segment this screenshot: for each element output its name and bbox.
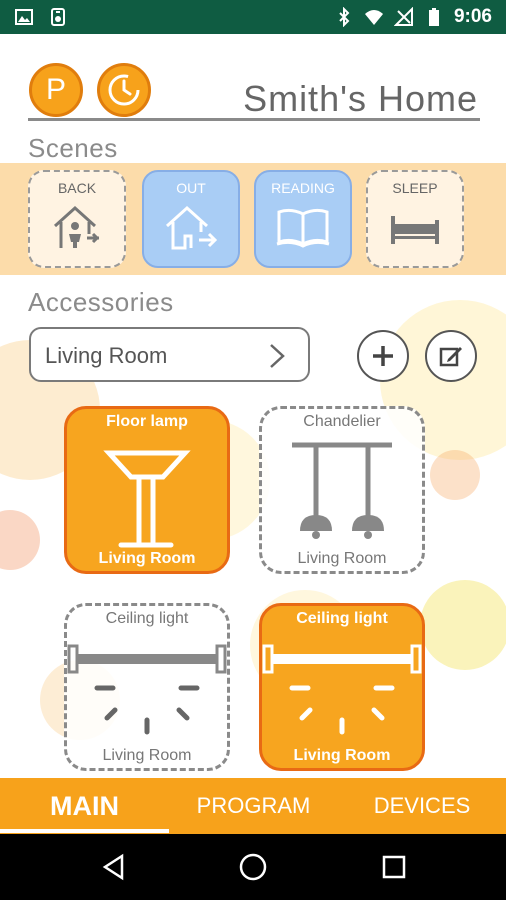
accessory-name: Chandelier: [303, 413, 381, 430]
home-button[interactable]: [236, 850, 270, 884]
add-accessory-button[interactable]: [357, 330, 409, 382]
accessory-name: Ceiling light: [105, 610, 189, 627]
scene-sleep-button[interactable]: SLEEP: [366, 170, 464, 268]
edit-icon: [439, 347, 462, 367]
home-icon: [239, 853, 267, 881]
accessory-name: Floor lamp: [106, 413, 188, 430]
scene-label: BACK: [57, 180, 97, 196]
timer-icon: [108, 74, 140, 106]
scene-out-button[interactable]: OUT: [142, 170, 240, 268]
house-exit-icon: [165, 205, 218, 250]
ceiling-light-icon: [262, 644, 422, 735]
tab-main[interactable]: MAIN: [0, 778, 169, 834]
bluetooth-icon: [339, 7, 350, 27]
accessory-room: Living Room: [102, 747, 192, 764]
accessory-room: Living Room: [297, 550, 387, 567]
accessories-title: Accessories: [28, 287, 174, 317]
chandelier-icon: [292, 442, 392, 539]
scene-label: SLEEP: [392, 180, 438, 196]
timer-button[interactable]: [97, 63, 151, 117]
active-tab-indicator: [0, 829, 169, 833]
accessory-room: Living Room: [98, 550, 196, 567]
accessory-tile-ceiling-light-2[interactable]: Ceiling light Living Room: [259, 603, 425, 771]
scene-label: READING: [271, 180, 335, 196]
room-select[interactable]: Living Room: [29, 327, 310, 382]
scene-back-button[interactable]: BACK: [28, 170, 126, 268]
accessory-room: Living Room: [293, 747, 391, 764]
scene-label: OUT: [176, 180, 206, 196]
scenes-title: Scenes: [28, 133, 118, 163]
home-person-icon: [53, 205, 100, 248]
scenes-strip: BACK OUT READING SLEEP: [0, 163, 506, 275]
chevron-right-icon: [270, 344, 285, 368]
storage-icon: [51, 8, 65, 26]
title-divider: [28, 118, 480, 121]
wifi-icon: [364, 10, 383, 25]
bottom-tab-bar: MAIN PROGRAM DEVICES: [0, 778, 506, 834]
program-p-button[interactable]: P: [29, 63, 83, 117]
accessory-tile-floor-lamp[interactable]: Floor lamp Living Room: [64, 406, 230, 574]
edit-accessories-button[interactable]: [425, 330, 477, 382]
scene-reading-button[interactable]: READING: [254, 170, 352, 268]
image-icon: [15, 9, 33, 25]
tab-program[interactable]: PROGRAM: [169, 778, 338, 834]
ceiling-light-icon: [67, 644, 227, 735]
recents-button[interactable]: [377, 850, 411, 884]
accessory-tile-ceiling-light-1[interactable]: Ceiling light Living Room: [64, 603, 230, 771]
back-button[interactable]: [97, 850, 131, 884]
home-title: Smith's Home: [243, 78, 478, 119]
no-signal-icon: [393, 7, 413, 26]
recents-icon: [382, 855, 406, 879]
system-nav-bar: [0, 834, 506, 900]
status-time: 9:06: [453, 6, 492, 27]
tab-devices[interactable]: DEVICES: [338, 778, 506, 834]
back-icon: [102, 853, 124, 881]
battery-icon: [428, 8, 439, 26]
p-button-label: P: [45, 73, 66, 106]
floor-lamp-icon: [103, 450, 191, 548]
accessory-tile-chandelier[interactable]: Chandelier Living Room: [259, 406, 425, 574]
book-icon: [276, 208, 330, 248]
room-select-value: Living Room: [45, 343, 168, 368]
plus-icon: [373, 346, 393, 366]
bed-icon: [391, 216, 439, 244]
accessory-name: Ceiling light: [296, 610, 388, 627]
status-bar: 9:06: [0, 0, 506, 34]
